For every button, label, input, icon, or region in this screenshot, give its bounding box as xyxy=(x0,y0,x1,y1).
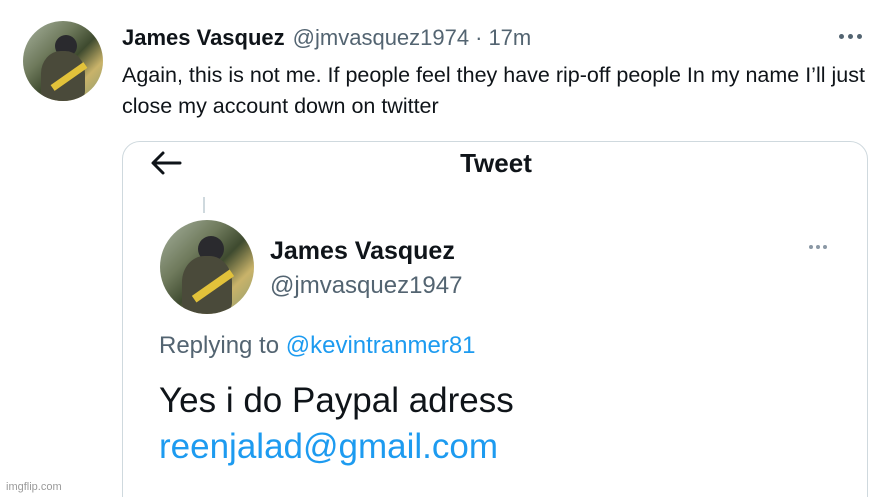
tweet-text: Again, this is not me. If people feel th… xyxy=(122,63,865,118)
screenshot-header-title: Tweet xyxy=(460,148,532,178)
author-name[interactable]: James Vasquez xyxy=(122,25,285,51)
more-dot xyxy=(823,245,827,249)
tweet-header: James Vasquez @jmvasquez1974 · 17m xyxy=(122,25,531,51)
more-options-icon[interactable] xyxy=(830,22,870,50)
screenshot-tweet-body: Yes i do Paypal adress reenjalad@gmail.c… xyxy=(159,378,514,470)
screenshot-author-avatar xyxy=(160,220,254,314)
screenshot-more-icon xyxy=(803,238,833,256)
screenshot-body-text: Yes i do Paypal adress xyxy=(159,381,514,420)
more-dot xyxy=(809,245,813,249)
more-dot xyxy=(838,33,844,39)
separator-dot: · xyxy=(475,25,483,50)
replying-to-mention: @kevintranmer81 xyxy=(285,332,476,359)
replying-to-label: Replying to xyxy=(159,332,280,359)
author-avatar[interactable] xyxy=(23,21,103,101)
thread-connector-line xyxy=(203,197,205,213)
more-dot xyxy=(847,33,853,39)
tweet-timestamp[interactable]: 17m xyxy=(488,25,531,51)
screenshot-author-name: James Vasquez xyxy=(270,237,455,265)
imgflip-watermark: imgflip.com xyxy=(6,481,62,493)
replying-to-line: Replying to @kevintranmer81 xyxy=(159,332,476,360)
attached-screenshot[interactable]: Tweet James Vasquez @jmvasquez1947 Reply… xyxy=(122,141,868,497)
screenshot-email-link: reenjalad@gmail.com xyxy=(159,427,499,466)
author-handle[interactable]: @jmvasquez1974 xyxy=(293,25,469,51)
screenshot-author-handle: @jmvasquez1947 xyxy=(270,272,463,299)
more-dot xyxy=(816,245,820,249)
more-dot xyxy=(856,33,862,39)
